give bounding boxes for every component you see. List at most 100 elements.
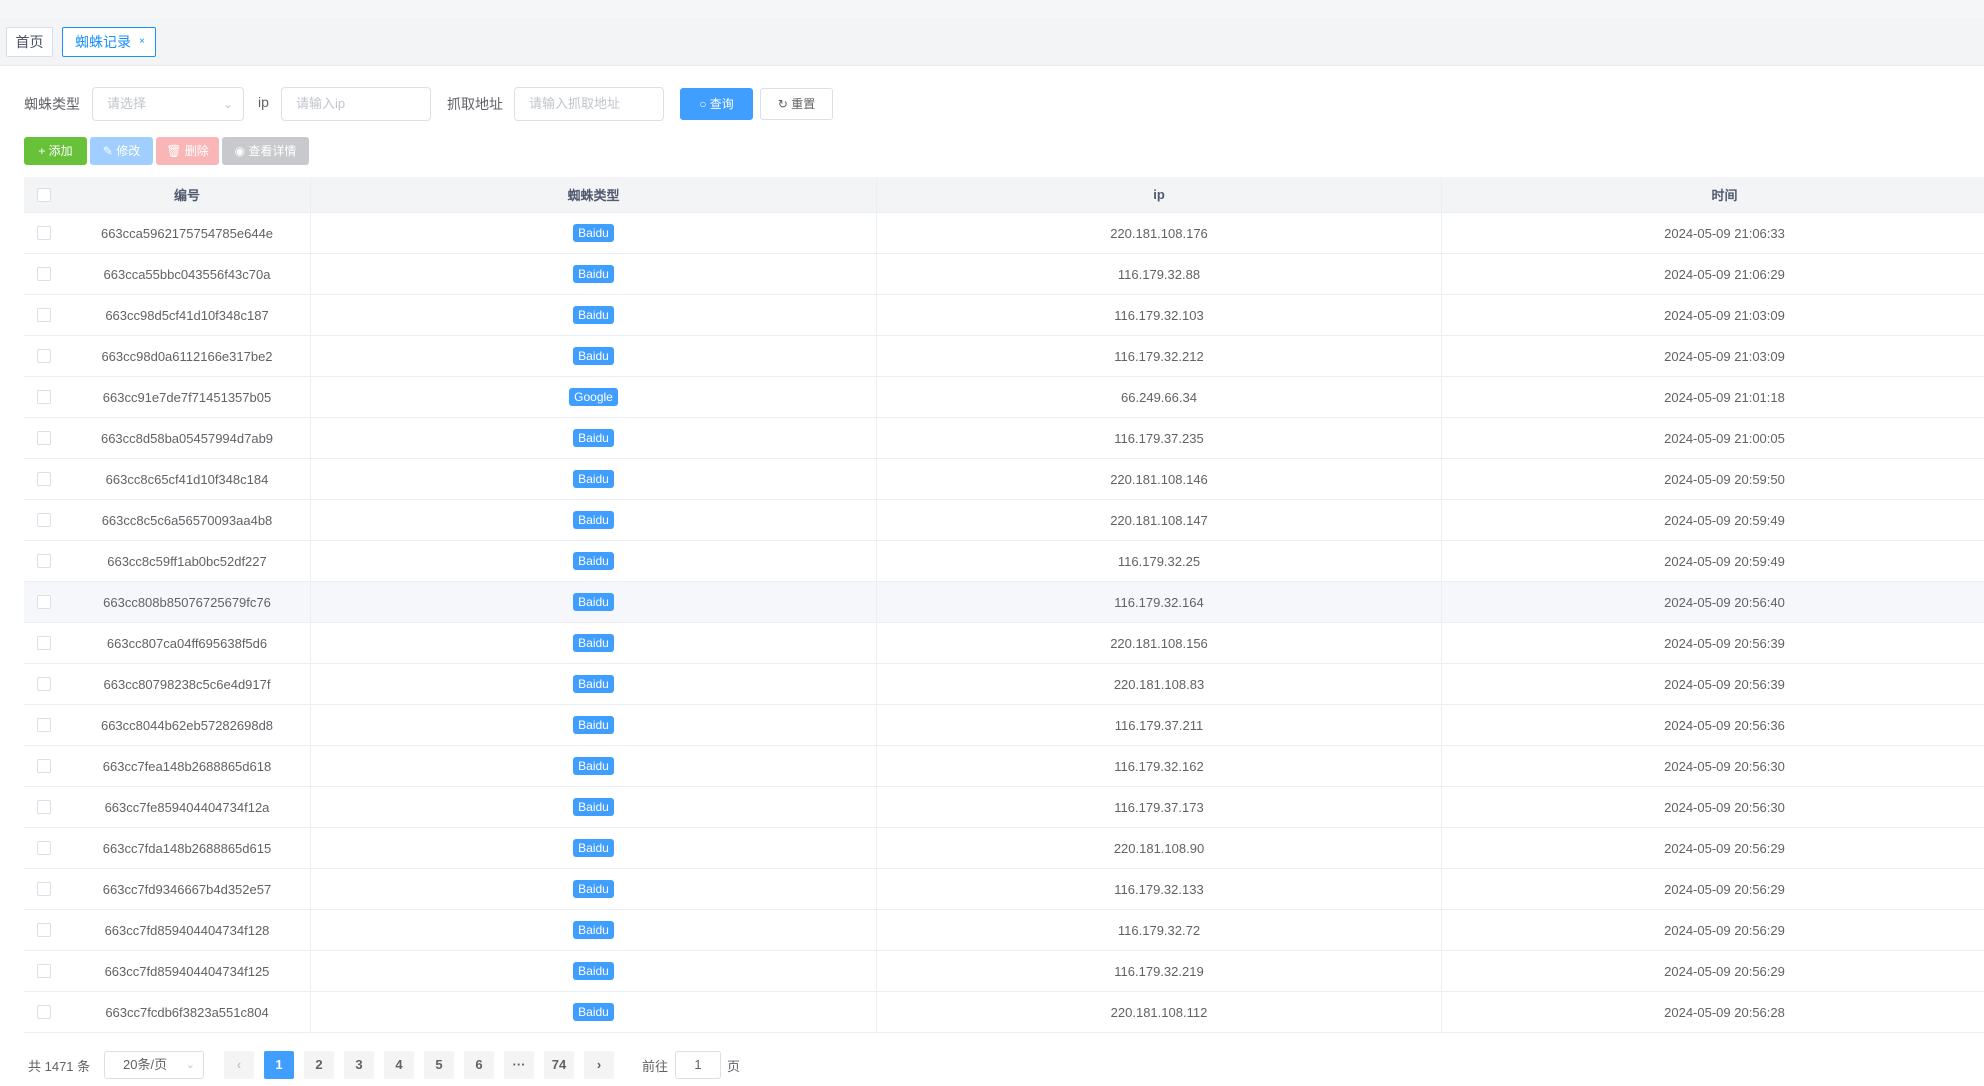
page-size-select[interactable]: 20条/页 ⌄ bbox=[104, 1051, 204, 1079]
row-checkbox[interactable] bbox=[37, 636, 51, 650]
row-checkbox[interactable] bbox=[37, 841, 51, 855]
edit-button[interactable]: ✎ 修改 bbox=[90, 137, 153, 165]
table-row[interactable]: 663cc7fe859404404734f12a Baidu 116.179.37.… bbox=[24, 787, 1984, 828]
table-row[interactable]: 663cc91e7de7f71451357b05 Google 66.249.66.… bbox=[24, 377, 1984, 418]
row-checkbox[interactable] bbox=[37, 677, 51, 691]
row-checkbox[interactable] bbox=[37, 226, 51, 240]
column-header-time[interactable]: 时间 bbox=[1442, 177, 1984, 212]
table-row[interactable]: 663cc7fd9346667b4d352e57 Baidu 116.179.32.… bbox=[24, 869, 1984, 910]
table-row[interactable]: 663cc7fda148b2688865d615 Baidu 220.181.108… bbox=[24, 828, 1984, 869]
table-row[interactable]: 663cc98d0a6112166e317be2 Baidu 116.179.32.… bbox=[24, 336, 1984, 377]
top-bar bbox=[0, 0, 1984, 18]
reset-button-label: 重置 bbox=[791, 97, 816, 111]
edit-icon: ✎ bbox=[102, 144, 113, 158]
search-button[interactable]: ○ 查询 bbox=[680, 88, 753, 120]
table-row[interactable]: 663cc8044b62eb57282698d8 Baidu 116.179.37.… bbox=[24, 705, 1984, 746]
row-checkbox[interactable] bbox=[37, 267, 51, 281]
ip-input[interactable]: 请输入ip bbox=[281, 87, 431, 121]
page-button-1[interactable]: 1 bbox=[264, 1051, 294, 1079]
row-select-cell bbox=[24, 746, 64, 786]
column-header-ip[interactable]: ip bbox=[877, 177, 1442, 212]
page-button-6[interactable]: 6 bbox=[464, 1051, 494, 1079]
page-button-4[interactable]: 4 bbox=[384, 1051, 414, 1079]
select-all-checkbox[interactable] bbox=[37, 187, 51, 202]
table-row[interactable]: 663cc8d58ba05457994d7ab9 Baidu 116.179.37.… bbox=[24, 418, 1984, 459]
row-checkbox[interactable] bbox=[37, 759, 51, 773]
row-checkbox[interactable] bbox=[37, 513, 51, 527]
spider-type-select[interactable]: 请选择 ⌄ bbox=[92, 87, 244, 121]
goto-page-input[interactable]: 1 bbox=[675, 1051, 721, 1079]
table-row[interactable]: 663cc7fd859404404734f128 Baidu 116.179.32.… bbox=[24, 910, 1984, 951]
row-checkbox[interactable] bbox=[37, 390, 51, 404]
row-checkbox[interactable] bbox=[37, 1005, 51, 1019]
prev-page-button[interactable]: ‹ bbox=[224, 1051, 254, 1079]
cell-time: 2024-05-09 20:59:49 bbox=[1664, 512, 1785, 528]
page-button-3[interactable]: 3 bbox=[344, 1051, 374, 1079]
spider-type-badge: Baidu bbox=[573, 798, 614, 816]
tag-spider-records[interactable]: 蜘蛛记录 × bbox=[62, 27, 156, 57]
table-row[interactable]: 663cc7fea148b2688865d618 Baidu 116.179.32.… bbox=[24, 746, 1984, 787]
row-checkbox[interactable] bbox=[37, 800, 51, 814]
cell-id: 663cc8c65cf41d10f348c184 bbox=[64, 459, 311, 499]
table-row[interactable]: 663cc8c65cf41d10f348c184 Baidu 220.181.108… bbox=[24, 459, 1984, 500]
cell-spider-type: Baidu bbox=[311, 746, 877, 786]
more-pages-button[interactable]: ··· bbox=[504, 1051, 534, 1079]
next-page-button[interactable]: › bbox=[584, 1051, 614, 1079]
table-row[interactable]: 663cc80798238c5c6e4d917f Baidu 220.181.108… bbox=[24, 664, 1984, 705]
cell-time: 2024-05-09 20:56:29 bbox=[1664, 963, 1785, 979]
add-button[interactable]: + 添加 bbox=[24, 137, 87, 165]
cell-time: 2024-05-09 20:56:28 bbox=[1664, 1004, 1785, 1020]
cell-time: 2024-05-09 21:06:33 bbox=[1664, 225, 1785, 241]
table-row[interactable]: 663cca5962175754785e644e Baidu 220.181.108… bbox=[24, 213, 1984, 254]
row-checkbox[interactable] bbox=[37, 554, 51, 568]
cell-id: 663cca55bbc043556f43c70a bbox=[64, 254, 311, 294]
table-row[interactable]: 663cc98d5cf41d10f348c187 Baidu 116.179.32.… bbox=[24, 295, 1984, 336]
tag-home[interactable]: 首页 bbox=[6, 27, 53, 57]
table-row[interactable]: 663cc808b85076725679fc76 Baidu 116.179.32.… bbox=[24, 582, 1984, 623]
page-button-74[interactable]: 74 bbox=[544, 1051, 574, 1079]
spider-type-badge: Baidu bbox=[573, 675, 614, 693]
table-row[interactable]: 663cc7fcdb6f3823a551c804 Baidu 220.181.108… bbox=[24, 992, 1984, 1033]
cell-id: 663cc8044b62eb57282698d8 bbox=[64, 705, 311, 745]
table-row[interactable]: 663cc807ca04ff695638f5d6 Baidu 220.181.108… bbox=[24, 623, 1984, 664]
table-row[interactable]: 663cc8c5c6a56570093aa4b8 Baidu 220.181.108… bbox=[24, 500, 1984, 541]
page-button-2[interactable]: 2 bbox=[304, 1051, 334, 1079]
cell-time: 2024-05-09 20:56:30 bbox=[1664, 799, 1785, 815]
spider-type-badge: Baidu bbox=[573, 306, 614, 324]
delete-button[interactable]: 🗑 删除 bbox=[156, 137, 219, 165]
cell-time: 2024-05-09 20:56:29 bbox=[1664, 840, 1785, 856]
cell-spider-type: Baidu bbox=[311, 705, 877, 745]
cell-time: 2024-05-09 20:56:30 bbox=[1664, 758, 1785, 774]
row-checkbox[interactable] bbox=[37, 964, 51, 978]
table-row[interactable]: 663cca55bbc043556f43c70a Baidu 116.179.32.… bbox=[24, 254, 1984, 295]
row-checkbox[interactable] bbox=[37, 308, 51, 322]
row-select-cell bbox=[24, 418, 64, 458]
column-header-id[interactable]: 编号 bbox=[64, 177, 311, 212]
cell-ip: 116.179.32.72 bbox=[877, 910, 1442, 950]
row-checkbox[interactable] bbox=[37, 718, 51, 732]
url-input[interactable]: 请输入抓取地址 bbox=[514, 87, 664, 121]
select-all-cell bbox=[24, 177, 64, 212]
table-row[interactable]: 663cc8c59ff1ab0bc52df227 Baidu 116.179.32.… bbox=[24, 541, 1984, 582]
close-icon[interactable]: × bbox=[139, 28, 145, 56]
cell-spider-type: Google bbox=[311, 377, 877, 417]
plus-icon: + bbox=[38, 144, 46, 158]
row-checkbox[interactable] bbox=[37, 923, 51, 937]
row-checkbox[interactable] bbox=[37, 349, 51, 363]
row-checkbox[interactable] bbox=[37, 472, 51, 486]
column-header-spider-type[interactable]: 蜘蛛类型 bbox=[311, 177, 877, 212]
spider-type-badge: Baidu bbox=[573, 716, 614, 734]
row-checkbox[interactable] bbox=[37, 431, 51, 445]
row-select-cell bbox=[24, 336, 64, 376]
spider-type-badge: Baidu bbox=[573, 880, 614, 898]
spider-type-badge: Baidu bbox=[573, 552, 614, 570]
spider-type-badge: Baidu bbox=[573, 1003, 614, 1021]
reset-button[interactable]: ↻ 重置 bbox=[760, 88, 833, 120]
row-checkbox[interactable] bbox=[37, 882, 51, 896]
table-row[interactable]: 663cc7fd859404404734f125 Baidu 116.179.32.… bbox=[24, 951, 1984, 992]
row-checkbox[interactable] bbox=[37, 595, 51, 609]
view-details-button[interactable]: ◉ 查看详情 bbox=[222, 137, 309, 165]
page-button-5[interactable]: 5 bbox=[424, 1051, 454, 1079]
row-select-cell bbox=[24, 828, 64, 868]
cell-time: 2024-05-09 21:00:05 bbox=[1664, 430, 1785, 446]
